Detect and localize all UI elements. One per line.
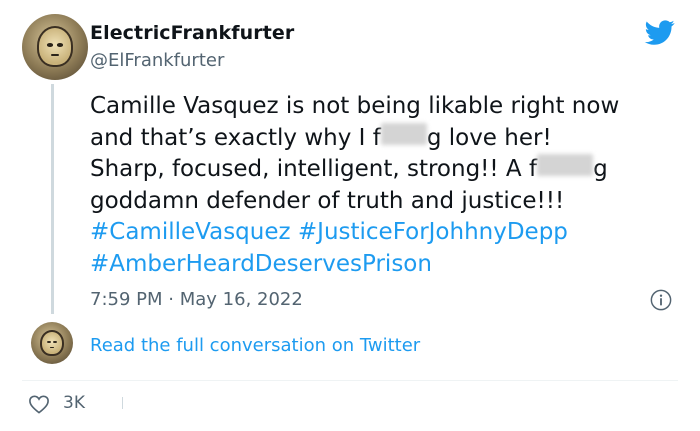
censored-word: u bbox=[380, 122, 427, 145]
conversation-avatar[interactable] bbox=[31, 322, 73, 364]
hashtag-link[interactable]: #AmberHeardDeservesPrison bbox=[90, 251, 432, 277]
heart-icon[interactable] bbox=[28, 394, 50, 414]
tweet-text: Camille Vasquez is not being likable rig… bbox=[90, 91, 690, 280]
tweet-line: Sharp, focused, intelligent, strong!! A … bbox=[90, 156, 538, 182]
divider bbox=[22, 380, 678, 381]
engagement-separator bbox=[122, 397, 123, 409]
tweet-line: goddamn defender of truth and justice!!! bbox=[90, 187, 565, 214]
mask-face bbox=[40, 329, 64, 356]
user-handle[interactable]: @ElFrankfurter bbox=[90, 50, 224, 71]
author-avatar[interactable] bbox=[22, 14, 88, 80]
tweet-line: g love her! bbox=[426, 124, 552, 151]
thread-line bbox=[51, 84, 54, 314]
mask-face bbox=[36, 25, 74, 67]
censored-word: u bbox=[537, 154, 594, 176]
hashtag-link[interactable]: #CamilleVasquez bbox=[90, 219, 291, 245]
display-name[interactable]: ElectricFrankfurter bbox=[90, 22, 294, 44]
read-conversation-link[interactable]: Read the full conversation on Twitter bbox=[90, 335, 420, 356]
meta-separator: · bbox=[168, 289, 174, 310]
tweet-line: g bbox=[593, 156, 608, 182]
info-icon[interactable] bbox=[650, 289, 672, 311]
like-count[interactable]: 3K bbox=[63, 393, 85, 413]
tweet-line: and that’s exactly why I f bbox=[90, 124, 381, 151]
tweet-timestamp[interactable]: 7:59 PM · May 16, 2022 bbox=[90, 289, 303, 310]
tweet-date[interactable]: May 16, 2022 bbox=[180, 289, 303, 310]
tweet-line: Camille Vasquez is not being likable rig… bbox=[90, 93, 620, 119]
hashtag-link[interactable]: #JusticeForJohhnyDepp bbox=[298, 219, 568, 245]
twitter-bird-icon[interactable] bbox=[642, 17, 678, 47]
tweet-time[interactable]: 7:59 PM bbox=[90, 289, 163, 310]
